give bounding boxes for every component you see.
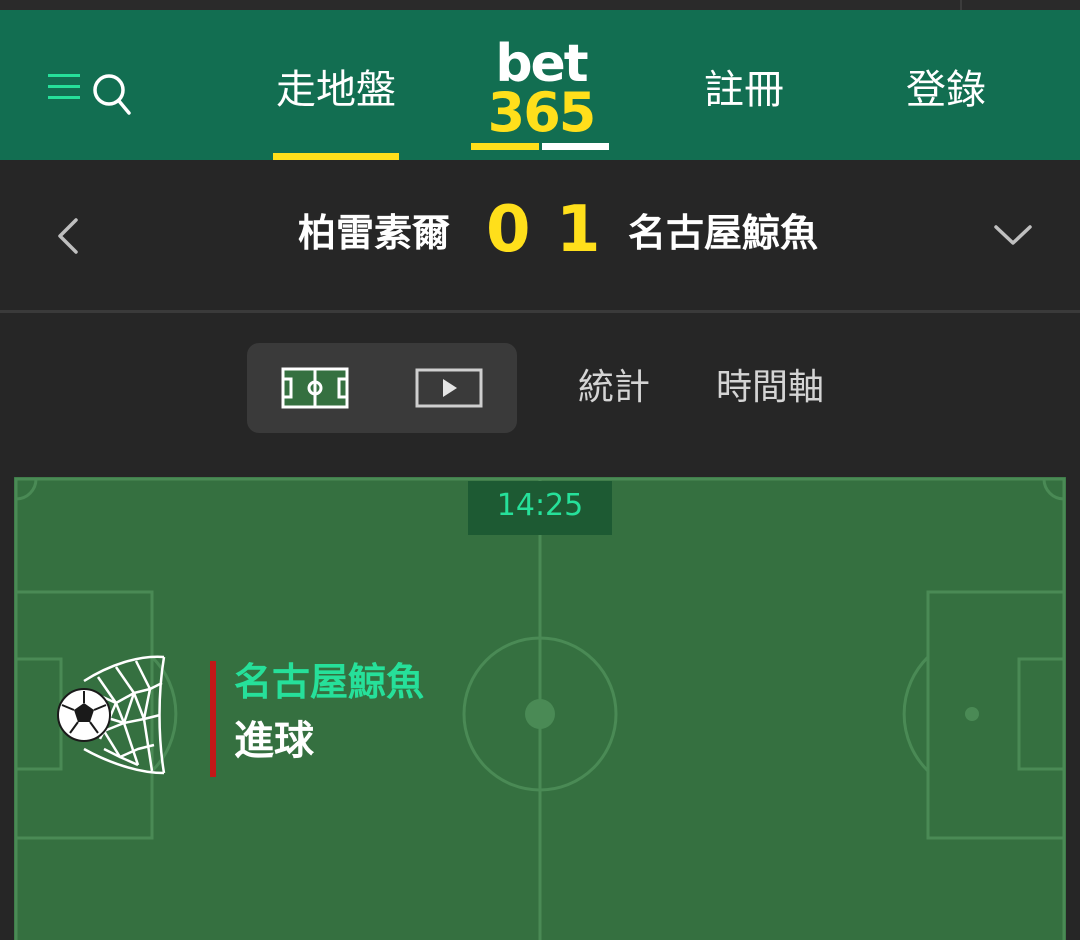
bet365-logo[interactable]: bet 365 (486, 38, 597, 146)
goal-net-icon (57, 655, 166, 775)
view-toggle (247, 343, 517, 433)
match-clock: 14:25 (468, 481, 612, 535)
goal-event: 名古屋鯨魚 進球 (54, 653, 474, 783)
home-score: 0 (486, 193, 531, 267)
goal-event-bar (210, 661, 216, 777)
top-status-strip (0, 0, 1080, 10)
away-score: 1 (556, 193, 601, 267)
section-divider (0, 310, 1080, 313)
home-team-color-bar (471, 143, 539, 150)
scoreboard: 柏雷素爾 0 1 名古屋鯨魚 (0, 160, 1080, 310)
top-strip-divider (960, 0, 962, 10)
nav-in-play-underline (273, 153, 399, 160)
nav-register[interactable]: 註冊 (704, 60, 784, 120)
menu-icon[interactable] (46, 68, 82, 104)
play-icon[interactable] (415, 367, 483, 409)
chevron-down-icon[interactable] (992, 222, 1034, 248)
nav-login[interactable]: 登錄 (906, 60, 986, 120)
back-arrow-icon[interactable] (54, 214, 82, 258)
away-team-color-bar (542, 143, 609, 150)
pitch-view-icon[interactable] (281, 367, 349, 409)
tab-stats[interactable]: 統計 (578, 358, 650, 418)
search-icon[interactable] (92, 73, 132, 117)
nav-in-play[interactable]: 走地盤 (272, 60, 400, 120)
header-bar: 走地盤 bet 365 註冊 登錄 (0, 10, 1080, 160)
tab-timeline[interactable]: 時間軸 (716, 358, 824, 418)
pitch-view: 14:25 名古屋鯨魚 進球 (14, 477, 1066, 940)
home-team-name: 柏雷素爾 (298, 211, 451, 255)
event-type-label: 進球 (234, 718, 314, 764)
logo-365-text: 365 (487, 81, 597, 144)
away-team-name: 名古屋鯨魚 (628, 211, 819, 255)
event-team-name: 名古屋鯨魚 (234, 660, 425, 704)
